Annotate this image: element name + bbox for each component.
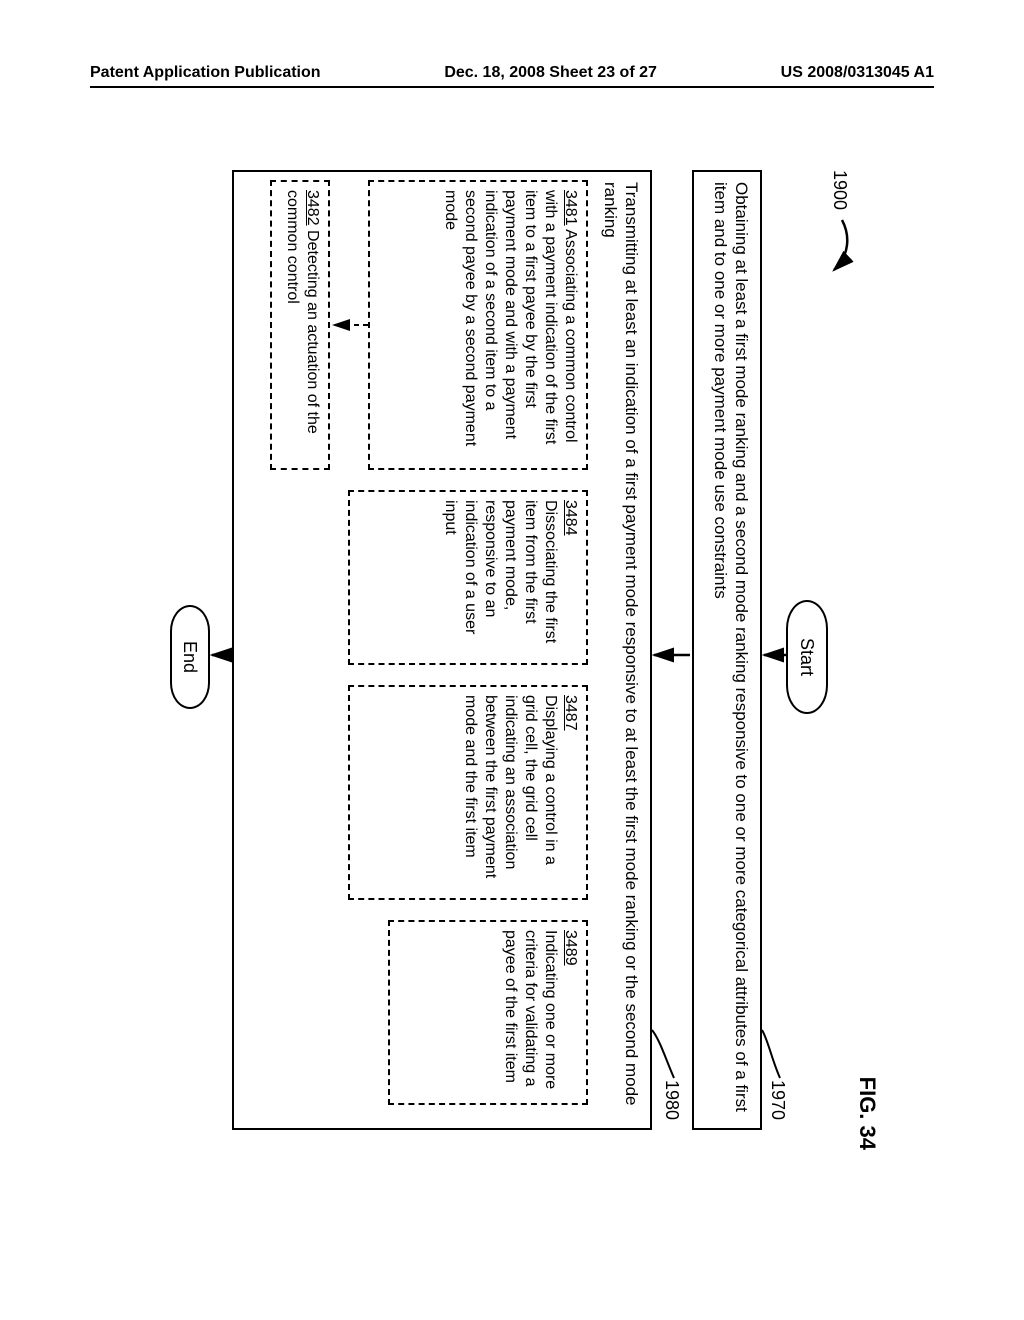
header-mid: Dec. 18, 2008 Sheet 23 of 27 xyxy=(444,64,657,82)
header-left: Patent Application Publication xyxy=(90,64,321,82)
ref-3482: 3482 xyxy=(304,190,321,226)
header-right: US 2008/0313045 A1 xyxy=(781,64,934,82)
substep-3484: 3484 Dissociating the first item from th… xyxy=(348,490,588,665)
ref-3484: 3484 xyxy=(562,500,579,536)
ref-3481: 3481 xyxy=(562,190,579,226)
ref-1900: 1900 xyxy=(829,170,850,210)
substep-3482: 3482 Detecting an actuation of the commo… xyxy=(270,180,330,470)
start-node: Start xyxy=(786,600,828,714)
page-header: Patent Application Publication Dec. 18, … xyxy=(90,64,934,88)
ref-3487: 3487 xyxy=(562,695,579,731)
substep-3489: 3489 Indicating one or more criteria for… xyxy=(388,920,588,1105)
ref-1970: 1970 xyxy=(767,1080,788,1120)
figure-area: FIG. 34 1900 Start 1970 Obtaining at lea… xyxy=(140,160,880,1160)
figure-34: FIG. 34 1900 Start 1970 Obtaining at lea… xyxy=(140,160,880,1160)
substep-3481: 3481 Associating a common control with a… xyxy=(368,180,588,470)
substep-3487: 3487 Displaying a control in a grid cell… xyxy=(348,685,588,900)
step-1980: Transmitting at least an indication of a… xyxy=(232,170,652,1130)
ref-3489: 3489 xyxy=(562,930,579,966)
figure-label: FIG. 34 xyxy=(854,1077,880,1150)
end-node: End xyxy=(170,605,210,709)
step-1980-text: Transmitting at least an indication of a… xyxy=(600,182,643,1118)
step-1970: Obtaining at least a first mode ranking … xyxy=(692,170,762,1130)
ref-1980: 1980 xyxy=(661,1080,682,1120)
